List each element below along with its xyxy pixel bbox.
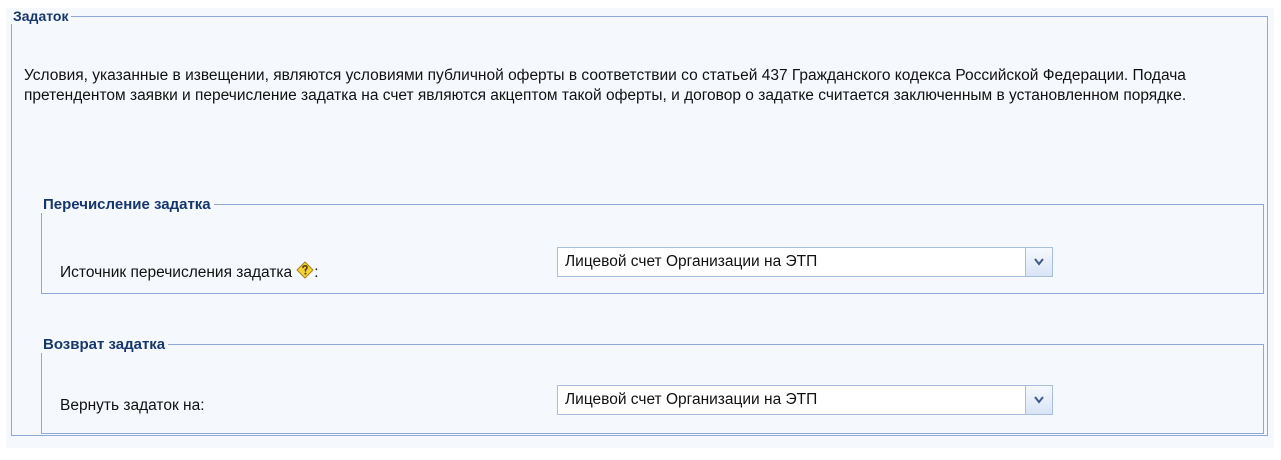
transfer-fieldset: Перечисление задатка Источник перечислен… bbox=[41, 196, 1264, 294]
source-label-row: Источник перечисления задатка: bbox=[60, 261, 319, 282]
return-select-value: Лицевой счет Организации на ЭТП bbox=[565, 391, 818, 408]
source-select-value: Лицевой счет Организации на ЭТП bbox=[565, 253, 818, 270]
source-label: Источник перечисления задатка bbox=[60, 264, 293, 281]
chevron-down-icon[interactable] bbox=[1025, 386, 1052, 414]
hint-icon[interactable] bbox=[296, 261, 314, 279]
source-select[interactable]: Лицевой счет Организации на ЭТП bbox=[557, 247, 1053, 277]
return-label: Вернуть задаток на: bbox=[60, 397, 205, 414]
deposit-intro-text: Условия, указанные в извещении, являются… bbox=[24, 67, 1187, 104]
chevron-down-icon[interactable] bbox=[1025, 248, 1052, 276]
transfer-title: Перечисление задатка bbox=[43, 196, 211, 213]
deposit-title: Задаток bbox=[13, 8, 69, 24]
refund-title: Возврат задатка bbox=[43, 336, 166, 353]
source-label-colon: : bbox=[314, 264, 319, 281]
refund-fieldset: Возврат задатка Вернуть задаток на: Лице… bbox=[41, 336, 1264, 434]
return-select[interactable]: Лицевой счет Организации на ЭТП bbox=[557, 385, 1053, 415]
deposit-panel: Задаток Условия, указанные в извещении, … bbox=[6, 8, 1274, 448]
deposit-fieldset: Задаток Условия, указанные в извещении, … bbox=[11, 8, 1268, 436]
